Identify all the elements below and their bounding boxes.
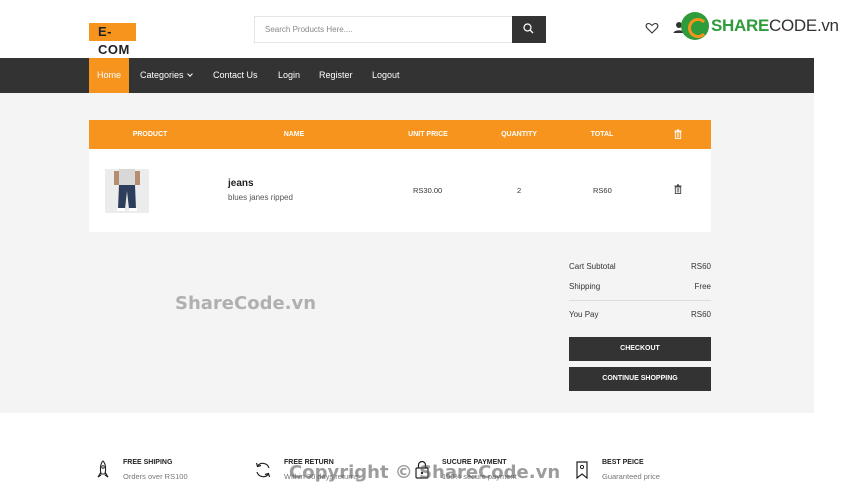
- you-pay-value: RS60: [690, 310, 711, 319]
- item-quantity[interactable]: 2: [517, 186, 521, 195]
- feature-title: FREE SHIPING: [123, 459, 173, 466]
- cart-table: PRODUCT NAME UNIT PRICE QUANTITY TOTAL j…: [89, 120, 711, 232]
- tag-icon: [576, 461, 588, 480]
- search-bar: [254, 16, 546, 43]
- rocket-icon: [97, 460, 109, 478]
- shipping-row: Shipping Free: [569, 278, 711, 298]
- sharecode-watermark-logo: SHARECODE.vn: [681, 11, 839, 41]
- nav-categories[interactable]: Categories: [140, 58, 193, 93]
- refresh-icon: [255, 462, 271, 478]
- subtotal-row: Cart Subtotal RS60: [569, 258, 711, 278]
- logo-text: E-COM: [98, 24, 130, 57]
- header-name: NAME: [283, 131, 305, 138]
- feature-subtitle: Guaranteed price: [602, 472, 660, 481]
- jeans-product-illustration: [105, 169, 149, 213]
- wishlist-heart-icon[interactable]: [645, 21, 659, 35]
- top-header: E-COM SHARECODE.vn: [0, 0, 841, 58]
- summary-divider: [569, 300, 711, 301]
- site-logo[interactable]: E-COM: [89, 23, 136, 57]
- nav-home[interactable]: Home: [89, 58, 130, 93]
- sharecode-brand-text: SHARECODE.vn: [711, 16, 839, 35]
- header-product: PRODUCT: [132, 131, 168, 138]
- subtotal-label: Cart Subtotal: [569, 262, 616, 271]
- subtotal-value: RS60: [690, 262, 711, 271]
- item-name[interactable]: jeans: [228, 178, 254, 189]
- cart-item-row: jeans blues janes ripped RS30.00 2 RS60: [89, 149, 711, 232]
- search-icon: [523, 23, 534, 34]
- watermark-text: ShareCode.vn: [175, 293, 317, 314]
- main-navbar: Home Categories Contact Us Login Registe…: [0, 58, 814, 93]
- nav-contact-us[interactable]: Contact Us: [213, 58, 258, 93]
- you-pay-row: You Pay RS60: [569, 306, 711, 326]
- item-unit-price: RS30.00: [413, 186, 443, 195]
- header-unit-price: UNIT PRICE: [408, 131, 448, 138]
- cart-table-header: PRODUCT NAME UNIT PRICE QUANTITY TOTAL: [89, 120, 711, 149]
- header-quantity: QUANTITY: [501, 131, 537, 138]
- sharecode-logo-icon: [681, 12, 709, 40]
- shipping-label: Shipping: [569, 282, 601, 291]
- nav-logout[interactable]: Logout: [372, 58, 400, 93]
- search-button[interactable]: [512, 16, 546, 43]
- nav-login[interactable]: Login: [278, 58, 300, 93]
- feature-title: BEST PEICE: [602, 459, 644, 466]
- trash-icon: [674, 129, 682, 139]
- continue-shopping-button[interactable]: CONTINUE SHOPPING: [569, 367, 711, 391]
- remove-item-trash-icon[interactable]: [674, 184, 682, 194]
- search-input[interactable]: [255, 17, 513, 42]
- copyright-watermark: Copyright © ShareCode.vn: [289, 462, 561, 483]
- shipping-value: Free: [694, 282, 711, 291]
- item-description: blues janes ripped: [228, 193, 293, 202]
- you-pay-label: You Pay: [569, 310, 599, 319]
- nav-register[interactable]: Register: [319, 58, 353, 93]
- header-total: TOTAL: [590, 131, 614, 138]
- checkout-button[interactable]: CHECKOUT: [569, 337, 711, 361]
- jeans-product-image[interactable]: [105, 169, 149, 213]
- item-total: RS60: [593, 186, 612, 195]
- feature-subtitle: Orders over RS100: [123, 472, 188, 481]
- chevron-down-icon: [186, 71, 193, 77]
- nav-categories-label: Categories: [140, 70, 184, 80]
- cart-summary: Cart Subtotal RS60 Shipping Free You Pay…: [569, 258, 711, 391]
